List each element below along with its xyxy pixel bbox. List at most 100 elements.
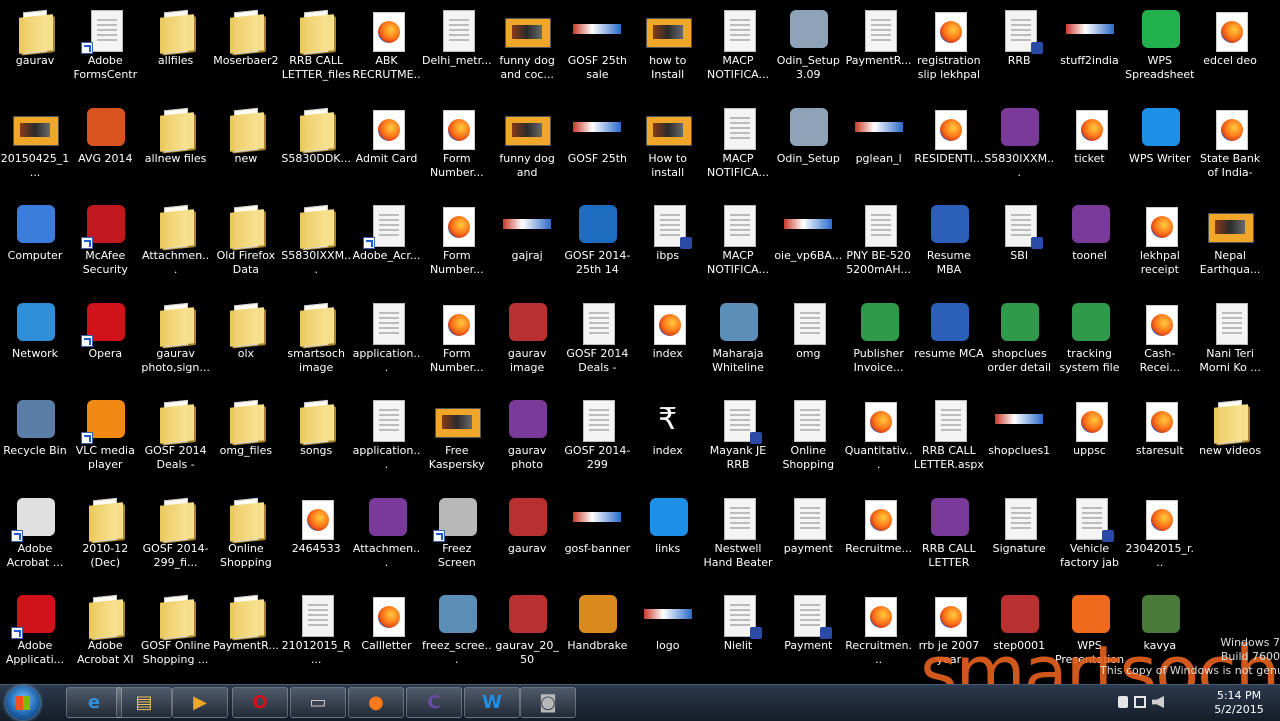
desktop-icon[interactable]: gajraj [492,197,562,287]
desktop-icon[interactable]: ibps [633,197,703,287]
desktop-icon[interactable]: Online Shopping F... [211,490,281,580]
desktop-icon[interactable]: Recruitmen... [844,587,914,677]
desktop-icon[interactable]: Attachmen... [141,197,211,287]
desktop-icon[interactable]: 20150425_1... [0,100,70,190]
desktop-icon[interactable]: Odin_Setup 3.09 [773,2,843,92]
desktop-icon[interactable]: Attachmen... [352,490,422,580]
desktop-icon[interactable]: How to install filezil... [633,100,703,190]
desktop-icon[interactable]: allfiles [141,2,211,92]
desktop-icon[interactable]: RRB CALL LETTER.aspx [914,392,984,482]
desktop-icon[interactable]: S5830IXXM... [281,197,351,287]
desktop-icon[interactable]: ABK RECRUTME... [352,2,422,92]
desktop-icon[interactable]: registration slip lekhpal [914,2,984,92]
desktop-icon[interactable]: Adobe Acrobat ... [0,490,70,580]
desktop-icon[interactable]: PNY BE-520 5200mAH... [844,197,914,287]
desktop-icon[interactable]: uppsc [1055,392,1125,482]
desktop-icon[interactable]: Old Firefox Data [211,197,281,287]
desktop-icon[interactable]: GOSF Online Shopping ... [141,587,211,677]
desktop-icon[interactable]: S5830DDK... [281,100,351,190]
action-center-icon[interactable] [1118,696,1128,708]
desktop-icon[interactable]: Network [0,295,70,385]
volume-icon[interactable] [1152,696,1164,708]
desktop-icon[interactable]: VLC media player [70,392,140,482]
desktop-icon[interactable]: SBI [984,197,1054,287]
clock[interactable]: 5:14 PM 5/2/2015 [1204,689,1274,717]
tray-icons[interactable] [1114,692,1174,712]
desktop-icon[interactable]: ₹ index [633,392,703,482]
desktop-icon[interactable]: toonel [1055,197,1125,287]
desktop-icon[interactable]: RRB CALL LETTER_files [281,2,351,92]
desktop-icon[interactable]: RESIDENTI... [914,100,984,190]
desktop-icon[interactable]: Form Number... [422,295,492,385]
desktop-icon[interactable]: shopclues order detail [984,295,1054,385]
desktop-icon[interactable]: Cash-Recei... [1125,295,1195,385]
desktop-icon[interactable]: MACP NOTIFICA... [703,197,773,287]
desktop-icon[interactable]: shopclues1 [984,392,1054,482]
desktop-icon[interactable]: S5830IXXM... [984,100,1054,190]
desktop-icon[interactable]: Nielit [703,587,773,677]
explorer-button[interactable]: ▤ [116,687,172,718]
desktop-icon[interactable]: pglean_l [844,100,914,190]
desktop-icon[interactable]: omg [773,295,843,385]
desktop-icon[interactable]: songs [281,392,351,482]
desktop-icon[interactable]: Recruitme... [844,490,914,580]
desktop-icon[interactable]: gaurav image [492,295,562,385]
desktop-icon[interactable]: Delhi_metr... [422,2,492,92]
desktop-icon[interactable]: Online Shopping F... [773,392,843,482]
desktop-icon[interactable]: GOSF 25th [562,100,632,190]
desktop-icon[interactable]: PaymentR... [211,587,281,677]
desktop-icon[interactable]: GOSF 2014 Deals - Gre... [141,392,211,482]
desktop-icon[interactable]: Opera [70,295,140,385]
desktop-icon[interactable]: Maharaja Whiteline S... [703,295,773,385]
desktop-icon[interactable]: Signature [984,490,1054,580]
desktop-icon[interactable]: Publisher Invoice... [844,295,914,385]
desktop-icon[interactable]: Nani Teri Morni Ko ... [1195,295,1265,385]
desktop-icon[interactable]: WPS Writer [1125,100,1195,190]
desktop-icon[interactable]: Recycle Bin [0,392,70,482]
desktop-icon[interactable]: Callletter [352,587,422,677]
desktop-icon[interactable]: gaurav photo signature [492,392,562,482]
desktop-icon[interactable]: Adobe_Acr... [352,197,422,287]
desktop-icon[interactable]: Payment [773,587,843,677]
network-icon[interactable] [1134,696,1146,708]
desktop-icon[interactable]: Quantitativ... [844,392,914,482]
desktop-icon[interactable]: Moserbaer2 [211,2,281,92]
desktop-icon[interactable]: AVG 2014 [70,100,140,190]
desktop-icon[interactable]: GOSF 2014-299_fi... [141,490,211,580]
wps-writer-button[interactable]: W [464,687,520,718]
media-player-button[interactable]: ▶ [172,687,228,718]
opera-button[interactable]: O [232,687,288,718]
desktop-icon[interactable]: Resume MBA [914,197,984,287]
desktop-icon[interactable]: gaurav photo,sign... [141,295,211,385]
desktop-icon[interactable]: application... [352,295,422,385]
desktop-icon[interactable]: new videos [1195,392,1265,482]
desktop-icon[interactable]: McAfee Security Sc... [70,197,140,287]
desktop-icon[interactable]: 2010-12 (Dec) [70,490,140,580]
desktop-icon[interactable]: resume MCA [914,295,984,385]
desktop-icon[interactable]: WPS Spreadsheets [1125,2,1195,92]
desktop-icon[interactable]: lekhpal receipt [1125,197,1195,287]
camera-button[interactable]: ◙ [520,687,576,718]
firefox-button[interactable]: ● [348,687,404,718]
desktop-icon[interactable]: Form Number... [422,197,492,287]
desktop-icon[interactable]: Freez Screen Video Cap... [422,490,492,580]
desktop-icon[interactable]: RRB [984,2,1054,92]
desktop-icon[interactable]: smartsoch image [281,295,351,385]
start-button[interactable] [6,686,40,720]
desktop-icon[interactable]: MACP NOTIFICA... [703,100,773,190]
desktop-icon[interactable]: olx [211,295,281,385]
desktop-icon[interactable]: gaurav_20_50 [492,587,562,677]
desktop-icon[interactable]: State Bank of India-UPSS... [1195,100,1265,190]
desktop-icon[interactable]: PaymentR... [844,2,914,92]
ie-button[interactable]: e [66,687,122,718]
desktop-icon[interactable]: 21012015_R... [281,587,351,677]
desktop-icon[interactable]: tracking system file [1055,295,1125,385]
desktop-icon[interactable]: payment [773,490,843,580]
desktop-icon[interactable]: links [633,490,703,580]
desktop-icon[interactable]: gosf-banner [562,490,632,580]
blank-window-button[interactable]: ▭ [290,687,346,718]
desktop-icon[interactable]: stuff2india [1055,2,1125,92]
desktop-icon[interactable]: funny dog and coc... [492,2,562,92]
desktop-icon[interactable]: GOSF 2014-25th 14 mi... [562,197,632,287]
desktop-icon[interactable]: GOSF 2014 Deals - Gre... [562,295,632,385]
